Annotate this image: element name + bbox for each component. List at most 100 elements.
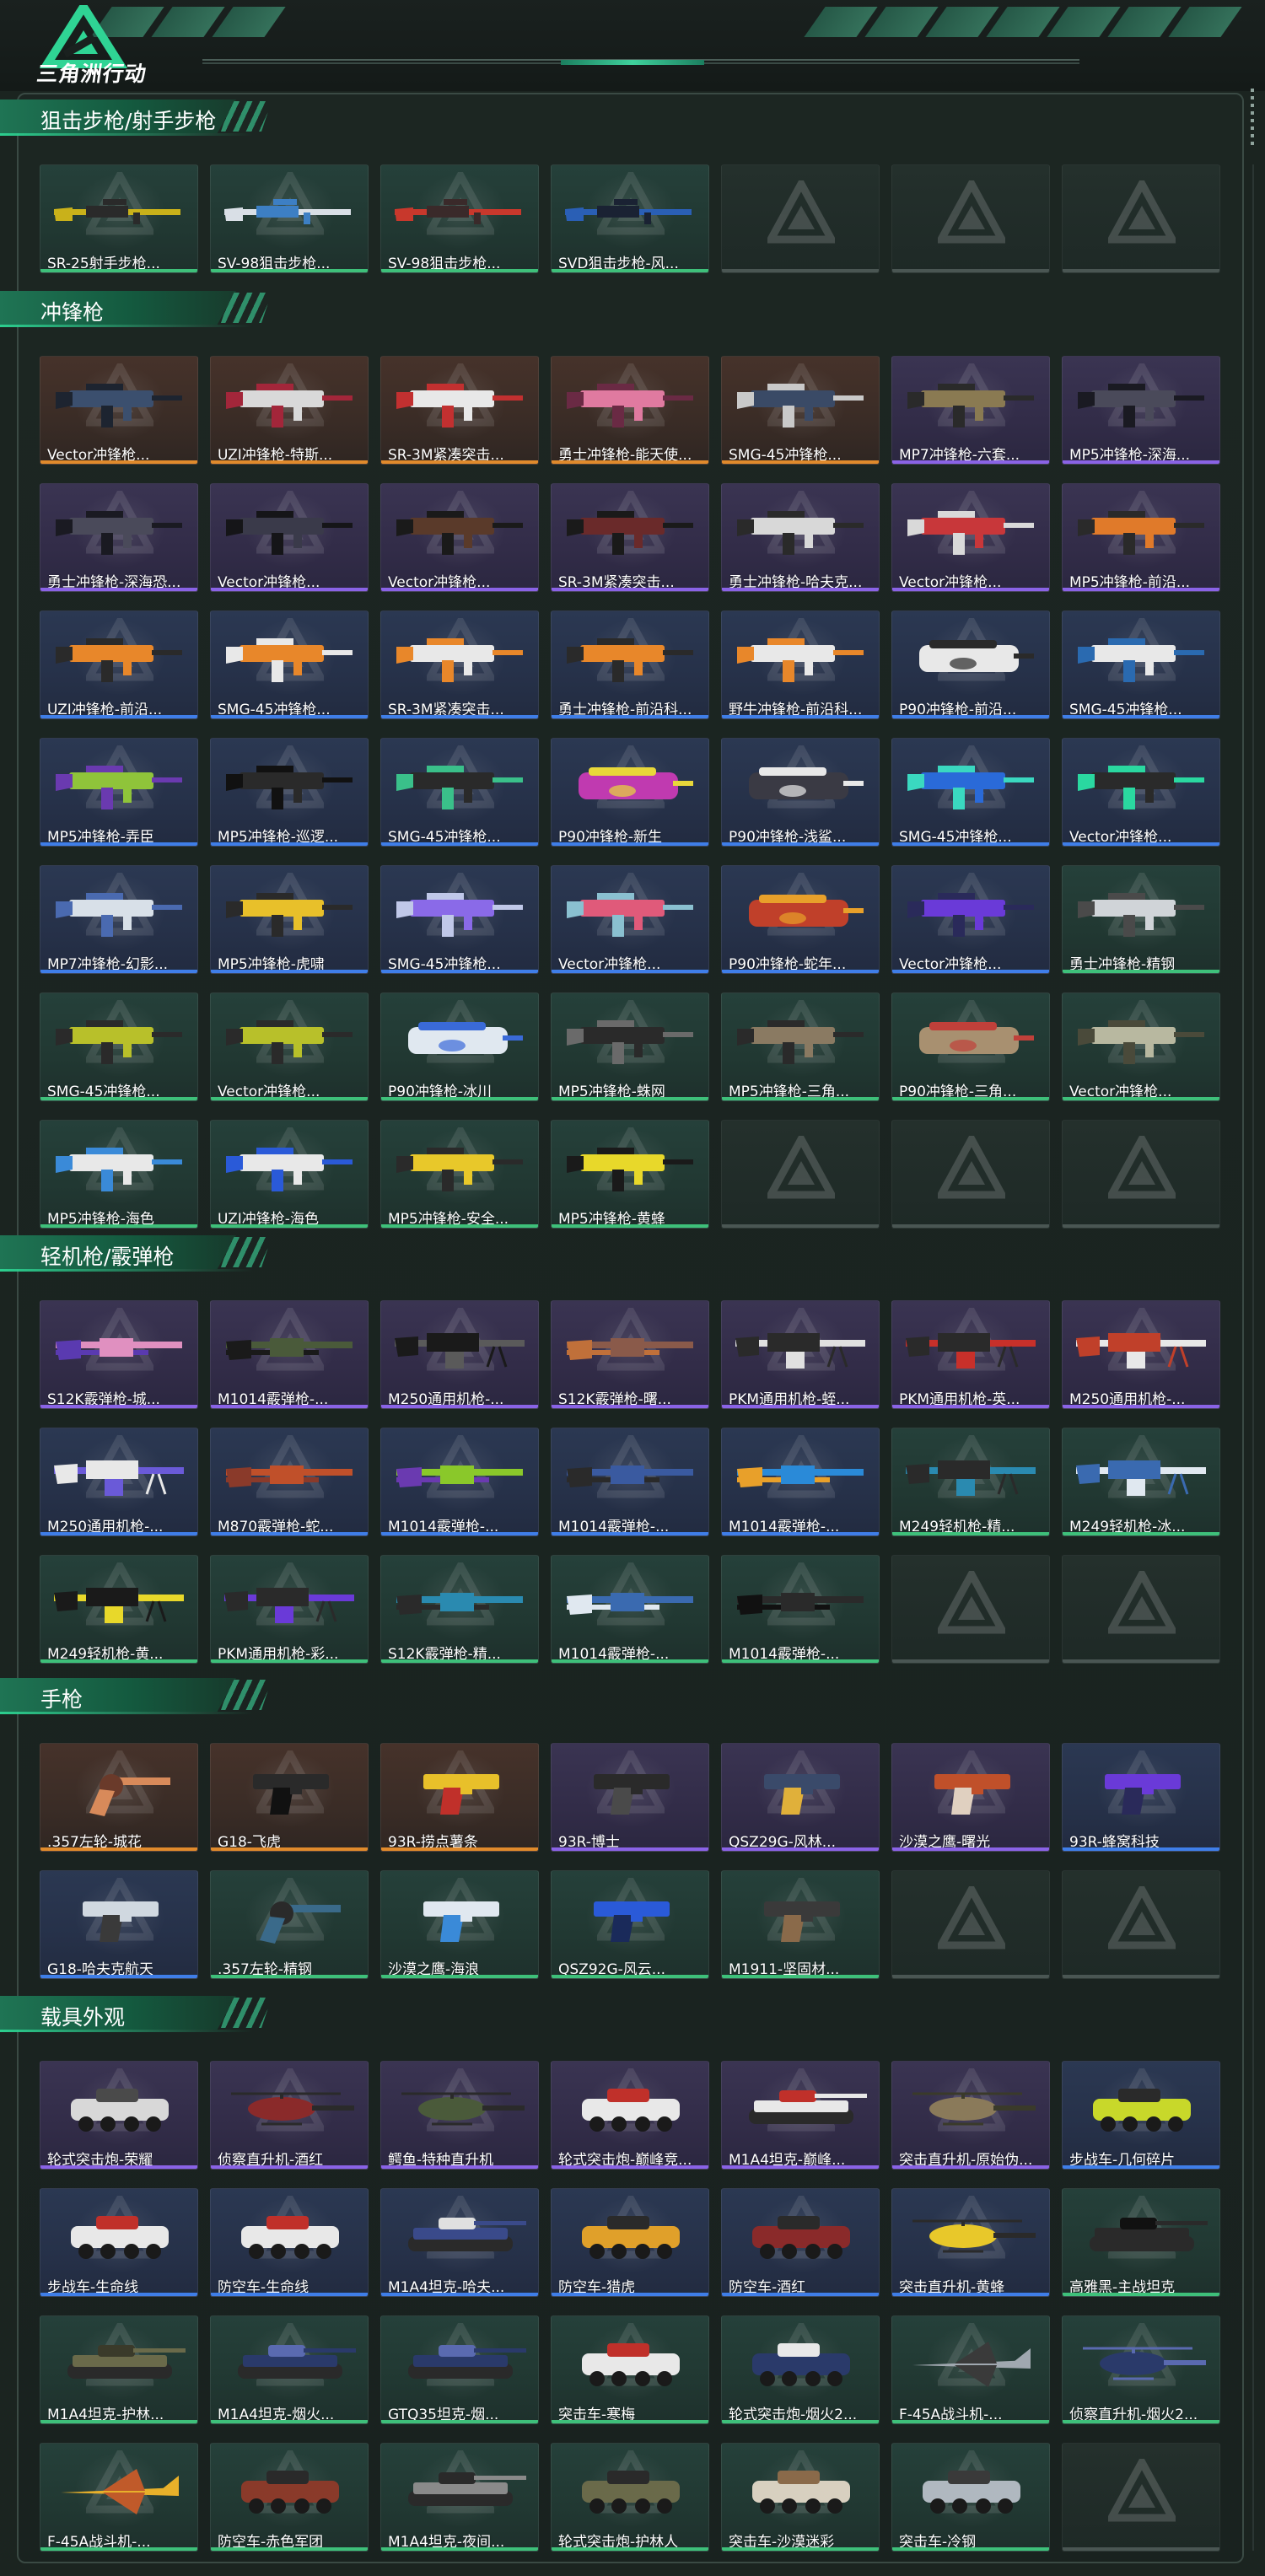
item-card[interactable]: PKM通用机枪-彩... <box>210 1555 369 1664</box>
item-card[interactable]: MP5冲锋枪-三角... <box>721 992 880 1101</box>
item-card[interactable]: P90冲锋枪-三角... <box>891 992 1050 1101</box>
item-card[interactable]: F-45A战斗机-... <box>40 2443 198 2552</box>
item-card[interactable]: G18-飞虎 <box>210 1743 369 1852</box>
item-card[interactable]: Vector冲锋枪... <box>40 356 198 465</box>
item-card[interactable]: SMG-45冲锋枪... <box>40 992 198 1101</box>
item-card[interactable]: SMG-45冲锋枪... <box>380 738 539 847</box>
item-card[interactable]: SR-3M紧凑突击... <box>551 483 709 592</box>
item-card[interactable]: SMG-45冲锋枪... <box>380 865 539 974</box>
item-card[interactable]: M249轻机枪-黄... <box>40 1555 198 1664</box>
item-card[interactable]: S12K霰弹枪-城... <box>40 1300 198 1409</box>
item-card[interactable]: 93R-蜂窝科技 <box>1062 1743 1220 1852</box>
item-card[interactable]: 防空车-猎虎 <box>551 2188 709 2297</box>
item-card[interactable]: SMG-45冲锋枪... <box>210 610 369 719</box>
item-card[interactable]: Vector冲锋枪... <box>210 483 369 592</box>
item-card[interactable]: SVD狙击步枪-风... <box>551 164 709 273</box>
item-card[interactable]: 侦察直升机-烟火2... <box>1062 2315 1220 2424</box>
item-card[interactable]: P90冲锋枪-前沿... <box>891 610 1050 719</box>
item-card[interactable]: UZI冲锋枪-海色 <box>210 1120 369 1229</box>
item-card[interactable]: 突击车-冷钢 <box>891 2443 1050 2552</box>
item-card[interactable]: MP5冲锋枪-虎啸 <box>210 865 369 974</box>
item-card[interactable]: 勇士冲锋枪-深海恐... <box>40 483 198 592</box>
item-card[interactable]: M1014霰弹枪-... <box>551 1555 709 1664</box>
item-card[interactable]: .357左轮-精钢 <box>210 1870 369 1979</box>
item-card[interactable]: 侦察直升机-酒红 <box>210 2061 369 2170</box>
item-card[interactable]: 突击直升机-黄蜂 <box>891 2188 1050 2297</box>
item-card[interactable]: M870霰弹枪-蛇... <box>210 1428 369 1536</box>
item-card[interactable]: M1014霰弹枪-... <box>380 1428 539 1536</box>
item-card[interactable]: 轮式突击炮-护林人 <box>551 2443 709 2552</box>
item-card[interactable]: M1911-坚固材... <box>721 1870 880 1979</box>
item-card[interactable]: 鳄鱼-特种直升机 <box>380 2061 539 2170</box>
item-card[interactable]: P90冲锋枪-浅鲨... <box>721 738 880 847</box>
item-card[interactable]: 沙漠之鹰-曙光 <box>891 1743 1050 1852</box>
item-card[interactable]: 沙漠之鹰-海浪 <box>380 1870 539 1979</box>
item-card[interactable]: 轮式突击炮-烟火2... <box>721 2315 880 2424</box>
item-card[interactable]: 防空车-生命线 <box>210 2188 369 2297</box>
item-card[interactable]: MP5冲锋枪-弄臣 <box>40 738 198 847</box>
item-card[interactable]: QSZ92G-风云... <box>551 1870 709 1979</box>
item-card[interactable]: SMG-45冲锋枪... <box>1062 610 1220 719</box>
item-card[interactable]: M250通用机枪-... <box>1062 1300 1220 1409</box>
item-card[interactable]: MP5冲锋枪-深海... <box>1062 356 1220 465</box>
item-card[interactable]: Vector冲锋枪... <box>210 992 369 1101</box>
item-card[interactable]: MP5冲锋枪-安全... <box>380 1120 539 1229</box>
item-card[interactable]: 勇士冲锋枪-前沿科... <box>551 610 709 719</box>
item-card[interactable]: P90冲锋枪-新生 <box>551 738 709 847</box>
item-card[interactable]: MP7冲锋枪-幻影... <box>40 865 198 974</box>
item-card[interactable]: 勇士冲锋枪-能天使... <box>551 356 709 465</box>
item-card[interactable]: UZI冲锋枪-前沿... <box>40 610 198 719</box>
item-card[interactable]: 突击车-沙漠迷彩 <box>721 2443 880 2552</box>
item-card[interactable]: 防空车-赤色军团 <box>210 2443 369 2552</box>
item-card[interactable]: 突击直升机-原始伪... <box>891 2061 1050 2170</box>
item-card[interactable]: SV-98狙击步枪... <box>380 164 539 273</box>
item-card[interactable]: M1014霰弹枪-... <box>721 1428 880 1536</box>
item-card[interactable]: M249轻机枪-冰... <box>1062 1428 1220 1536</box>
item-card[interactable]: 93R-捞点薯条 <box>380 1743 539 1852</box>
item-card[interactable]: 突击车-寒梅 <box>551 2315 709 2424</box>
item-card[interactable]: M1A4坦克-巅峰... <box>721 2061 880 2170</box>
item-card[interactable]: S12K霰弹枪-曙... <box>551 1300 709 1409</box>
item-card[interactable]: M250通用机枪-... <box>380 1300 539 1409</box>
item-card[interactable]: PKM通用机枪-蛭... <box>721 1300 880 1409</box>
item-card[interactable]: 步战车-几何碎片 <box>1062 2061 1220 2170</box>
item-card[interactable]: 高雅黑-主战坦克 <box>1062 2188 1220 2297</box>
item-card[interactable]: 勇士冲锋枪-精钢 <box>1062 865 1220 974</box>
item-card[interactable]: Vector冲锋枪... <box>1062 738 1220 847</box>
item-card[interactable]: GTQ35坦克-烟... <box>380 2315 539 2424</box>
item-card[interactable]: MP5冲锋枪-海色 <box>40 1120 198 1229</box>
item-card[interactable]: UZI冲锋枪-特斯... <box>210 356 369 465</box>
item-card[interactable]: SV-98狙击步枪... <box>210 164 369 273</box>
item-card[interactable]: Vector冲锋枪... <box>891 865 1050 974</box>
item-card[interactable]: S12K霰弹枪-精... <box>380 1555 539 1664</box>
item-card[interactable]: SMG-45冲锋枪... <box>891 738 1050 847</box>
item-card[interactable]: MP7冲锋枪-六套... <box>891 356 1050 465</box>
item-card[interactable]: MP5冲锋枪-蛛网 <box>551 992 709 1101</box>
item-card[interactable]: M250通用机枪-... <box>40 1428 198 1536</box>
item-card[interactable]: M1A4坦克-哈夫... <box>380 2188 539 2297</box>
item-card[interactable]: SR-3M紧凑突击... <box>380 610 539 719</box>
item-card[interactable]: MP5冲锋枪-黄蜂 <box>551 1120 709 1229</box>
item-card[interactable]: 轮式突击炮-荣耀 <box>40 2061 198 2170</box>
item-card[interactable]: .357左轮-城花 <box>40 1743 198 1852</box>
item-card[interactable]: Vector冲锋枪... <box>551 865 709 974</box>
item-card[interactable]: M1A4坦克-烟火... <box>210 2315 369 2424</box>
item-card[interactable]: 步战车-生命线 <box>40 2188 198 2297</box>
scrollbar-track[interactable] <box>1252 164 1254 2551</box>
scroll-handle[interactable] <box>1251 89 1254 148</box>
item-card[interactable]: F-45A战斗机-... <box>891 2315 1050 2424</box>
item-card[interactable]: Vector冲锋枪... <box>1062 992 1220 1101</box>
item-card[interactable]: P90冲锋枪-冰川 <box>380 992 539 1101</box>
item-card[interactable]: Vector冲锋枪... <box>891 483 1050 592</box>
item-card[interactable]: M249轻机枪-精... <box>891 1428 1050 1536</box>
item-card[interactable]: M1A4坦克-夜间... <box>380 2443 539 2552</box>
item-card[interactable]: 93R-博士 <box>551 1743 709 1852</box>
item-card[interactable]: SMG-45冲锋枪... <box>721 356 880 465</box>
item-card[interactable]: MP5冲锋枪-前沿... <box>1062 483 1220 592</box>
item-card[interactable]: 勇士冲锋枪-哈夫克... <box>721 483 880 592</box>
item-card[interactable]: 野牛冲锋枪-前沿科... <box>721 610 880 719</box>
item-card[interactable]: M1014霰弹枪-... <box>551 1428 709 1536</box>
item-card[interactable]: M1014霰弹枪-... <box>721 1555 880 1664</box>
item-card[interactable]: 防空车-酒红 <box>721 2188 880 2297</box>
item-card[interactable]: Vector冲锋枪... <box>380 483 539 592</box>
